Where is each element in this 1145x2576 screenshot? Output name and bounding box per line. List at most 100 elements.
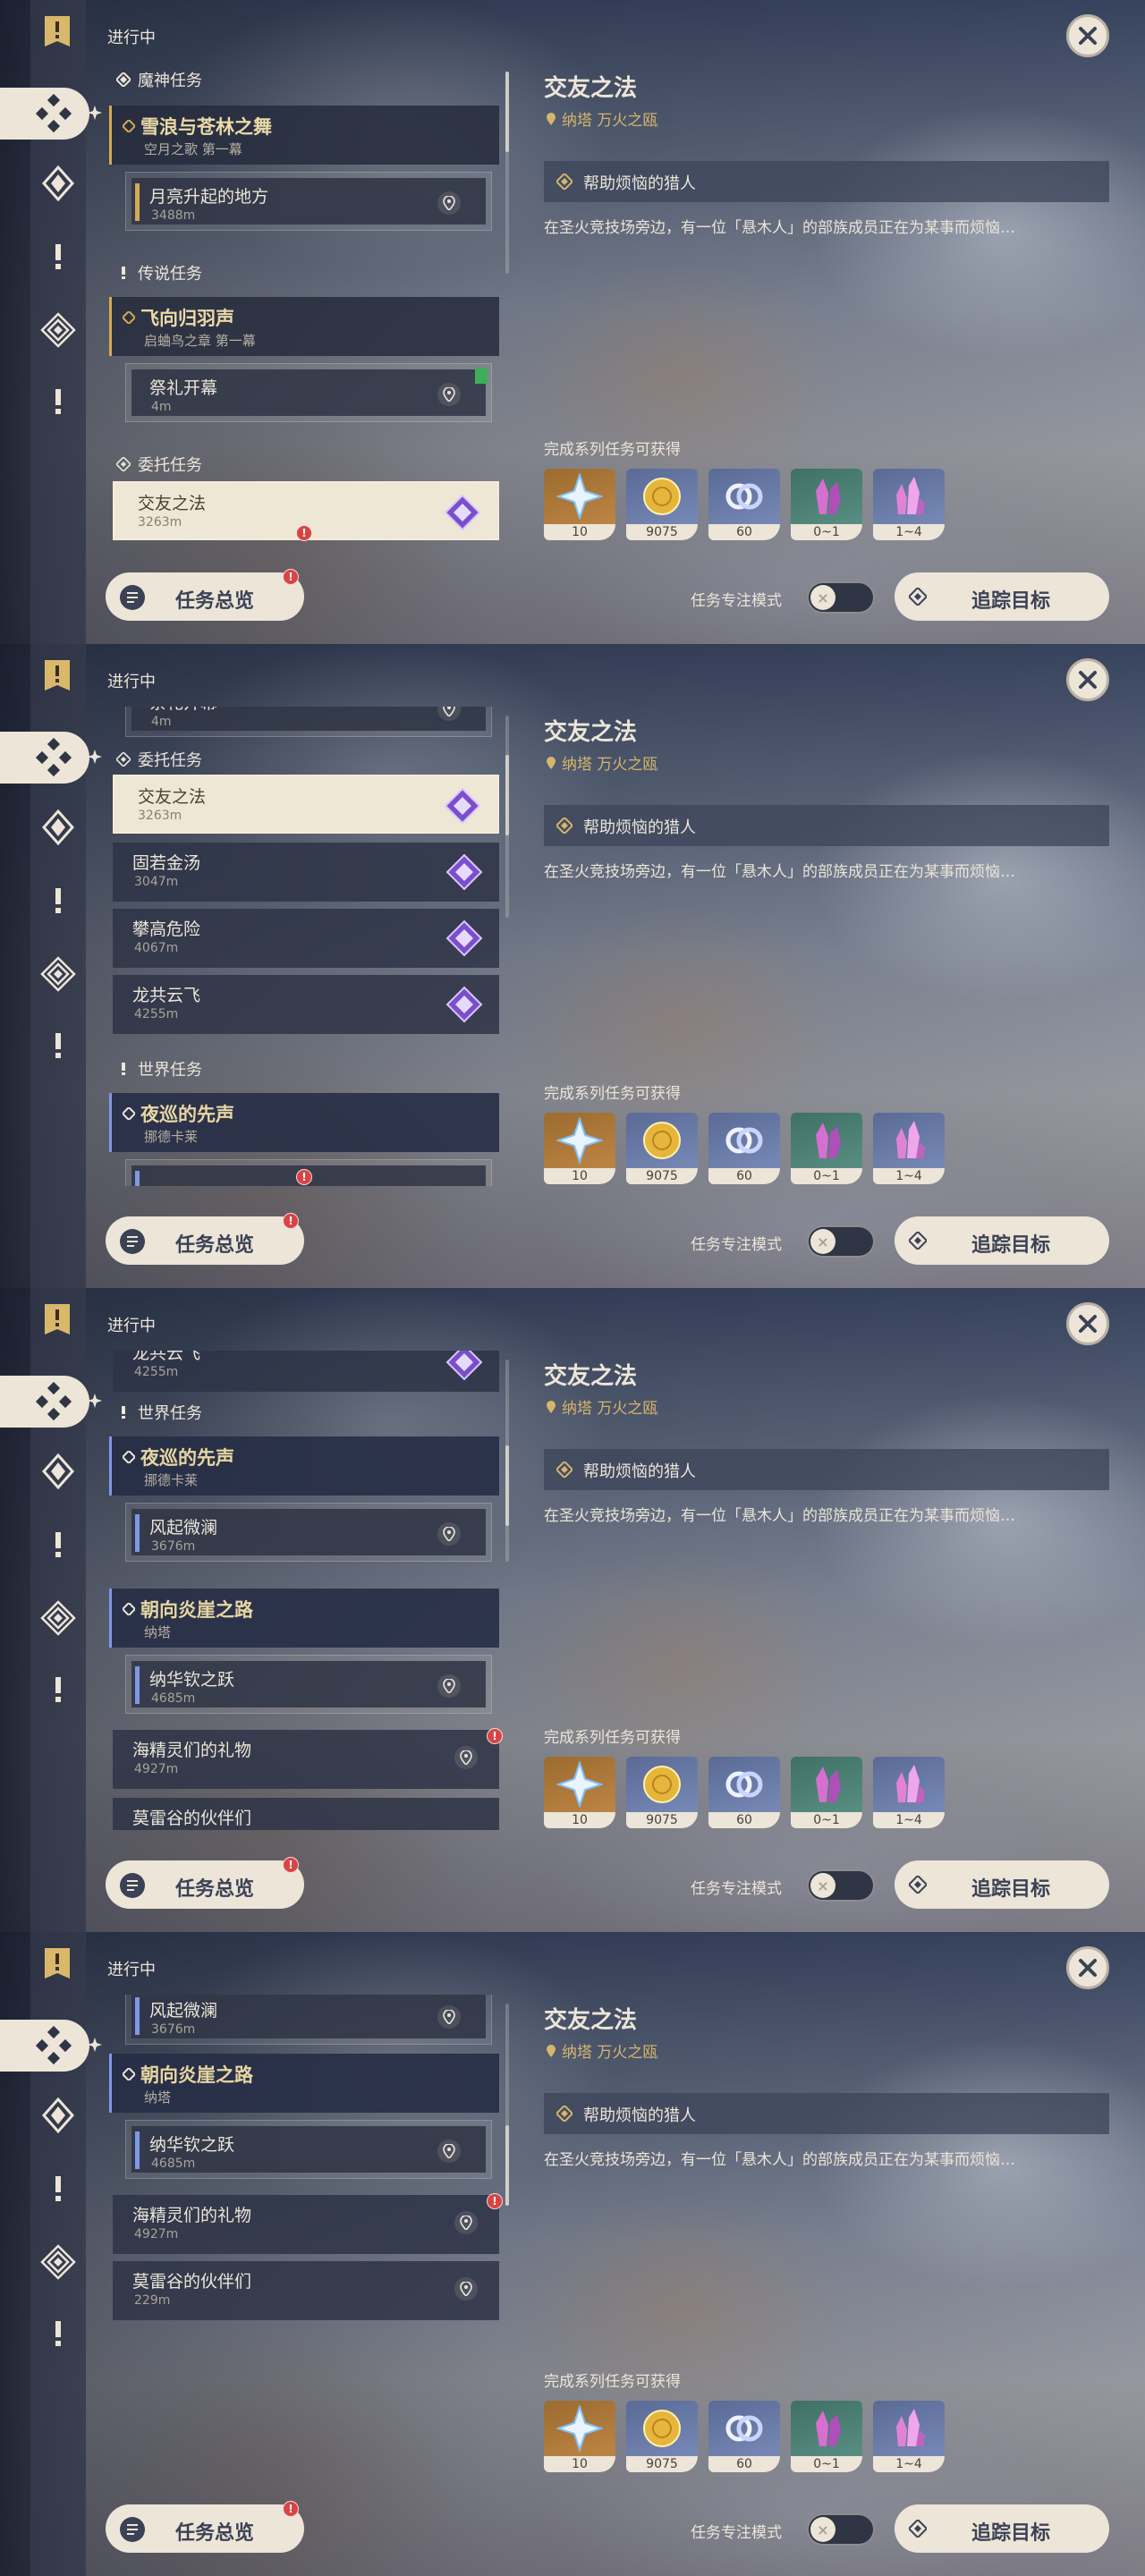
quest-wind[interactable]: 风起微澜 3676m xyxy=(125,1503,492,1562)
reward-companionship[interactable]: 60 xyxy=(708,2401,780,2472)
rail-tab-all-quests[interactable] xyxy=(0,2020,89,2072)
quest-sea[interactable]: 海精灵们的礼物 4927m xyxy=(113,1730,499,1789)
quest-ritual[interactable]: 祭礼开幕 4m xyxy=(125,707,492,737)
rail-tab-all-quests[interactable] xyxy=(0,732,89,784)
reward-crystal-ore[interactable]: 0~1 xyxy=(791,1757,862,1828)
quest-valley[interactable]: 莫雷谷的伙伴们 xyxy=(113,1798,499,1830)
category-world: 世界任务 xyxy=(116,1057,202,1080)
quest-ritual[interactable]: 祭礼开幕 4m xyxy=(125,363,492,422)
quest-dragon[interactable]: 龙共云飞 4255m xyxy=(113,975,499,1034)
reward-crystal-ore[interactable]: 0~1 xyxy=(791,1113,862,1184)
reward-enhancement-crystal[interactable]: 1~4 xyxy=(873,1113,945,1184)
track-target-button[interactable]: 追踪目标 xyxy=(895,2504,1109,2553)
quest-overview-button[interactable]: 任务总览 ! xyxy=(106,1213,304,1265)
rail-tab-world[interactable] xyxy=(36,2311,81,2356)
close-button[interactable] xyxy=(1066,658,1109,701)
location-text: 纳塔 万火之瓯 xyxy=(562,756,658,774)
quest-overview-button[interactable]: 任务总览 ! xyxy=(106,1857,304,1909)
quest-description: 在圣火竞技场旁边，有一位「悬木人」的部族成员正在为某事而烦恼… xyxy=(544,2151,1015,2169)
map-pin-icon[interactable] xyxy=(437,1522,461,1546)
quest-book-icon[interactable] xyxy=(43,1946,72,1980)
map-pin-icon[interactable] xyxy=(454,1746,478,1769)
quest-feather[interactable]: 飞向归羽声 启蛐鸟之章 第一幕 xyxy=(109,297,499,356)
quest-leap[interactable]: 纳华钦之跃 4685m xyxy=(125,1655,492,1714)
reward-count: 9075 xyxy=(626,524,698,540)
reward-enhancement-crystal[interactable]: 1~4 xyxy=(873,2401,945,2472)
reward-enhancement-crystal[interactable]: 1~4 xyxy=(873,469,945,540)
close-button[interactable] xyxy=(1066,14,1109,57)
rail-tab-story[interactable] xyxy=(36,234,81,279)
reward-enhancement-crystal[interactable]: 1~4 xyxy=(873,1757,945,1828)
reward-mora[interactable]: 9075 xyxy=(626,2401,698,2472)
rail-tab-commission[interactable] xyxy=(36,952,81,996)
reward-companionship[interactable]: 60 xyxy=(708,469,780,540)
map-pin-icon[interactable] xyxy=(437,2005,461,2029)
reward-crystal-ore[interactable]: 0~1 xyxy=(791,2401,862,2472)
map-pin-icon[interactable] xyxy=(454,2211,478,2234)
quest-night[interactable]: 夜巡的先声 挪德卡莱 xyxy=(109,1436,499,1496)
track-target-button[interactable]: 追踪目标 xyxy=(895,1860,1109,1909)
quest-list: 魔神任务 雪浪与苍林之舞 空月之歌 第一幕 月亮升起的地方 3488m 传说任务… xyxy=(106,63,508,542)
map-pin-icon[interactable] xyxy=(437,707,461,721)
focus-mode-toggle[interactable]: × xyxy=(807,2513,875,2546)
crystal-ore-icon xyxy=(816,479,841,514)
reward-primogem[interactable]: 10 xyxy=(544,1757,615,1828)
rail-tab-archon[interactable] xyxy=(36,1449,81,1494)
quest-friend-selected[interactable]: 交友之法 3263m xyxy=(113,775,499,834)
quest-dragon[interactable]: 龙共云飞 4255m xyxy=(113,1351,499,1392)
quest-cliff[interactable]: 朝向炎崖之路 纳塔 xyxy=(109,2054,499,2113)
rail-tab-archon[interactable] xyxy=(36,161,81,206)
reward-primogem[interactable]: 10 xyxy=(544,1113,615,1184)
track-diamond-icon xyxy=(909,2520,927,2538)
close-button[interactable] xyxy=(1066,1946,1109,1989)
quest-night[interactable]: 夜巡的先声 挪德卡莱 xyxy=(109,1093,499,1152)
quest-waves[interactable]: 雪浪与苍林之舞 空月之歌 第一幕 xyxy=(109,106,499,165)
rail-tab-all-quests[interactable] xyxy=(0,1376,89,1428)
rail-tab-archon[interactable] xyxy=(36,2093,81,2138)
quest-soup[interactable]: 固若金汤 3047m xyxy=(113,843,499,902)
rail-tab-world[interactable] xyxy=(36,379,81,424)
rail-tab-commission[interactable] xyxy=(36,2240,81,2284)
reward-primogem[interactable]: 10 xyxy=(544,2401,615,2472)
quest-valley[interactable]: 莫雷谷的伙伴们 229m xyxy=(113,2261,499,2320)
reward-primogem[interactable]: 10 xyxy=(544,469,615,540)
rail-tab-world[interactable] xyxy=(36,1667,81,1712)
quest-sea[interactable]: 海精灵们的礼物 4927m xyxy=(113,2195,499,2254)
focus-mode-toggle[interactable]: × xyxy=(807,581,875,614)
close-button[interactable] xyxy=(1066,1302,1109,1345)
rail-tab-world[interactable] xyxy=(36,1023,81,1068)
quest-moon[interactable]: 月亮升起的地方 3488m xyxy=(125,172,492,231)
quest-leap[interactable]: 纳华钦之跃 4685m xyxy=(125,2120,492,2179)
alert-badge: ! xyxy=(283,1213,299,1229)
rail-tab-story[interactable] xyxy=(36,1522,81,1567)
quest-book-icon[interactable] xyxy=(43,658,72,692)
map-pin-icon[interactable] xyxy=(437,191,461,215)
quest-book-icon[interactable] xyxy=(43,1302,72,1336)
map-pin-icon[interactable] xyxy=(454,2277,478,2301)
track-target-button[interactable]: 追踪目标 xyxy=(895,1216,1109,1265)
rail-tab-story[interactable] xyxy=(36,2166,81,2211)
rail-tab-commission[interactable] xyxy=(36,308,81,352)
quest-wind[interactable]: 风起微澜 3676m xyxy=(125,1995,492,2045)
map-pin-icon[interactable] xyxy=(437,1674,461,1698)
reward-mora[interactable]: 9075 xyxy=(626,1113,698,1184)
focus-mode-toggle[interactable]: × xyxy=(807,1225,875,1258)
rail-tab-commission[interactable] xyxy=(36,1596,81,1640)
reward-companionship[interactable]: 60 xyxy=(708,1757,780,1828)
rail-tab-archon[interactable] xyxy=(36,805,81,850)
rail-tab-all-quests[interactable] xyxy=(0,88,89,140)
map-pin-icon[interactable] xyxy=(437,383,461,406)
map-pin-icon[interactable] xyxy=(437,2140,461,2163)
rail-tab-story[interactable] xyxy=(36,878,81,923)
reward-mora[interactable]: 9075 xyxy=(626,1757,698,1828)
track-target-button[interactable]: 追踪目标 xyxy=(895,572,1109,621)
quest-book-icon[interactable] xyxy=(43,14,72,48)
quest-overview-button[interactable]: 任务总览 ! xyxy=(106,2501,304,2553)
reward-crystal-ore[interactable]: 0~1 xyxy=(791,469,862,540)
quest-climb[interactable]: 攀高危险 4067m xyxy=(113,909,499,968)
quest-cliff[interactable]: 朝向炎崖之路 纳塔 xyxy=(109,1589,499,1648)
quest-overview-button[interactable]: 任务总览 ! xyxy=(106,569,304,621)
focus-mode-toggle[interactable]: × xyxy=(807,1869,875,1902)
reward-companionship[interactable]: 60 xyxy=(708,1113,780,1184)
reward-mora[interactable]: 9075 xyxy=(626,469,698,540)
